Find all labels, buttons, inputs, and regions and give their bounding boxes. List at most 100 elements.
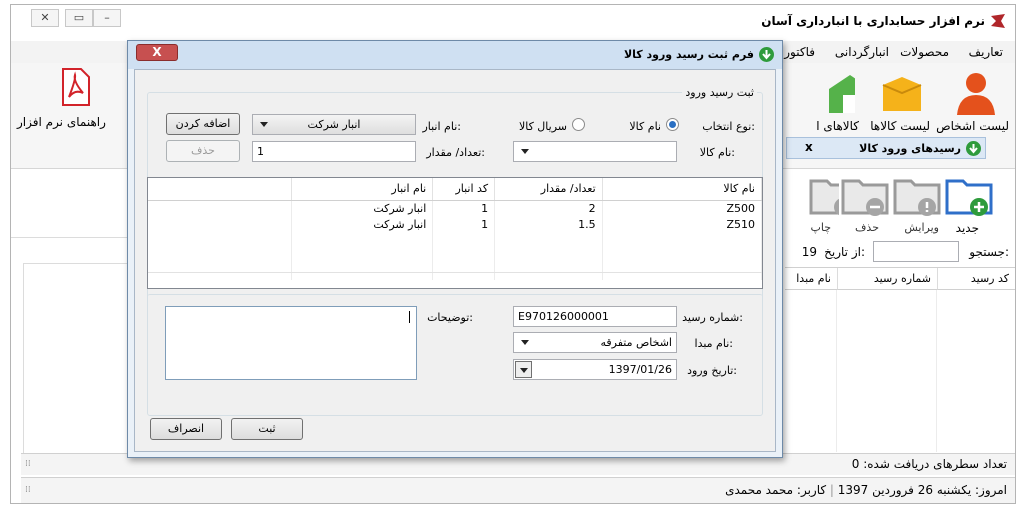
table-cell (432, 232, 496, 248)
restore-window-button[interactable]: ▭ (65, 9, 93, 27)
table-cell: 2 (494, 200, 603, 216)
print-folder-icon[interactable] (809, 173, 839, 217)
radio-product-name[interactable] (666, 118, 679, 131)
selection-type-label: نوع انتخاب: (702, 120, 755, 133)
delete-button[interactable]: حذف (855, 221, 879, 234)
menu-item-inventory-count[interactable]: انبارگردانی (835, 45, 889, 59)
receipts-grid[interactable]: کد رسید شماره رسید نام مبدا (785, 267, 1015, 452)
radio-product-serial-label[interactable]: سریال کالا (519, 120, 567, 133)
grid-col-receipt-number[interactable]: شماره رسید (837, 268, 937, 290)
table-cell (148, 216, 292, 232)
warehouse-icon[interactable] (825, 69, 855, 117)
receipt-entry-dialog: فرم ثبت رسید ورود کالا X ثبت رسید ورود ن… (127, 40, 783, 458)
grid-col-divider (836, 290, 837, 452)
delete-folder-icon[interactable] (841, 173, 889, 217)
table-cell: Z500 (602, 200, 762, 216)
group-title: ثبت رسید ورود (682, 86, 757, 99)
left-grid-border (23, 263, 24, 453)
pdf-icon[interactable] (61, 67, 91, 107)
empty-row (148, 248, 762, 264)
ribbon-warehouse-products-label[interactable]: کالاهای ا (816, 119, 859, 133)
table-cell (148, 232, 292, 248)
grip-icon: ⁞⁞ (25, 459, 31, 469)
user-text: کاربر: محمد محمدی (725, 483, 827, 497)
edit-folder-icon[interactable] (893, 173, 941, 217)
app-title: نرم افزار حسابداری با انبارداری آسان (761, 14, 985, 28)
status-separator: | (826, 483, 834, 497)
items-col-header[interactable] (148, 178, 292, 201)
grid-col-origin-name[interactable]: نام مبدا (785, 268, 837, 290)
new-folder-icon[interactable] (945, 173, 993, 217)
items-col-header[interactable]: تعداد/ مقدار (494, 178, 603, 201)
origin-combo-value: اشخاص متفرقه (600, 336, 672, 349)
menu-item-invoice[interactable]: فاکتور (784, 45, 815, 59)
new-button[interactable]: جدید (956, 221, 979, 235)
table-cell: 1 (432, 216, 496, 232)
from-date-value[interactable]: 19 (802, 245, 817, 259)
warehouse-select-value: انبار شرکت (307, 118, 361, 131)
minimize-window-button[interactable]: – (93, 9, 121, 27)
close-window-button[interactable]: ✕ (31, 9, 59, 27)
table-cell (494, 248, 603, 264)
table-cell: انبار شرکت (291, 200, 434, 216)
print-button[interactable]: چاپ (810, 221, 831, 234)
cancel-button[interactable]: انصراف (150, 418, 222, 440)
table-cell: Z510 (602, 216, 762, 232)
tab-receipts[interactable]: رسیدهای ورود کالا x (786, 137, 986, 159)
receipt-number-label: شماره رسید: (682, 311, 743, 324)
menu-item-definitions[interactable]: تعاریف (969, 45, 1003, 59)
radio-product-name-label[interactable]: نام کالا (629, 120, 661, 133)
ribbon-people-list-label[interactable]: لیست اشخاص (936, 119, 1009, 133)
tab-close-icon[interactable]: x (805, 140, 813, 154)
search-label: جستجو: (969, 245, 1009, 259)
today-text: امروز: یکشنبه 26 فروردین 1397 (837, 483, 1007, 497)
entry-date-picker[interactable]: 1397/01/26 (513, 359, 677, 380)
edit-button[interactable]: ویرایش (904, 221, 939, 234)
items-col-header[interactable]: کد انبار (432, 178, 496, 201)
chevron-down-icon (520, 368, 528, 373)
table-cell (148, 200, 292, 216)
dialog-title-bar[interactable]: فرم ثبت رسید ورود کالا X (128, 41, 782, 69)
table-cell (291, 232, 434, 248)
menu-item-products[interactable]: محصولات (900, 45, 949, 59)
grid-col-receipt-code[interactable]: کد رسید (937, 268, 1015, 290)
add-button[interactable]: اضافه کردن (166, 113, 240, 135)
empty-row (148, 232, 762, 248)
product-name-combo[interactable] (513, 141, 677, 162)
quantity-input[interactable]: 1 (252, 141, 416, 162)
arrow-down-icon (966, 141, 981, 156)
ribbon-help-label[interactable]: راهنمای نرم افزار (17, 115, 106, 129)
receipt-number-input[interactable]: E970126000001 (513, 306, 677, 327)
quantity-input-value: 1 (257, 145, 264, 158)
dialog-title: فرم ثبت رسید ورود کالا (623, 48, 754, 61)
box-icon[interactable] (877, 69, 927, 117)
notes-textarea[interactable] (165, 306, 417, 380)
table-cell: 1.5 (494, 216, 603, 232)
grid-col-divider (936, 290, 937, 452)
table-row[interactable]: Z500 2 1 انبار شرکت (148, 200, 762, 216)
table-row[interactable]: Z510 1.5 1 انبار شرکت (148, 216, 762, 232)
person-icon[interactable] (951, 69, 1001, 117)
ribbon-products-list-label[interactable]: لیست کالاها (870, 119, 930, 133)
table-cell (291, 248, 434, 264)
delete-row-button[interactable]: حذف (166, 140, 240, 162)
grip-icon: ⁞⁞ (25, 485, 31, 495)
from-date-label: از تاریخ: (824, 245, 865, 259)
dialog-client-area: ثبت رسید ورود نوع انتخاب: نام کالا سریال… (134, 69, 776, 452)
items-col-header[interactable]: نام کالا (602, 178, 762, 201)
submit-button[interactable]: ثبت (231, 418, 303, 440)
receipt-number-value: E970126000001 (518, 310, 609, 323)
items-table[interactable]: نام کالا تعداد/ مقدار کد انبار نام انبار Z5… (147, 177, 763, 289)
radio-product-serial[interactable] (572, 118, 585, 131)
app-logo-icon (989, 13, 1007, 29)
left-grid-header-line (23, 263, 131, 264)
items-col-header[interactable]: نام انبار (291, 178, 434, 201)
table-cell (494, 232, 603, 248)
search-input[interactable] (873, 241, 959, 262)
origin-combo[interactable]: اشخاص متفرقه (513, 332, 677, 353)
date-dropdown-button[interactable] (515, 361, 532, 378)
dialog-close-button[interactable]: X (136, 44, 178, 61)
status-bar-info: امروز: یکشنبه 26 فروردین 1397 | کاربر: م… (21, 477, 1015, 503)
rows-received-text: تعداد سطرهای دریافت شده: 0 (851, 457, 1007, 471)
warehouse-select[interactable]: انبار شرکت (252, 114, 416, 135)
